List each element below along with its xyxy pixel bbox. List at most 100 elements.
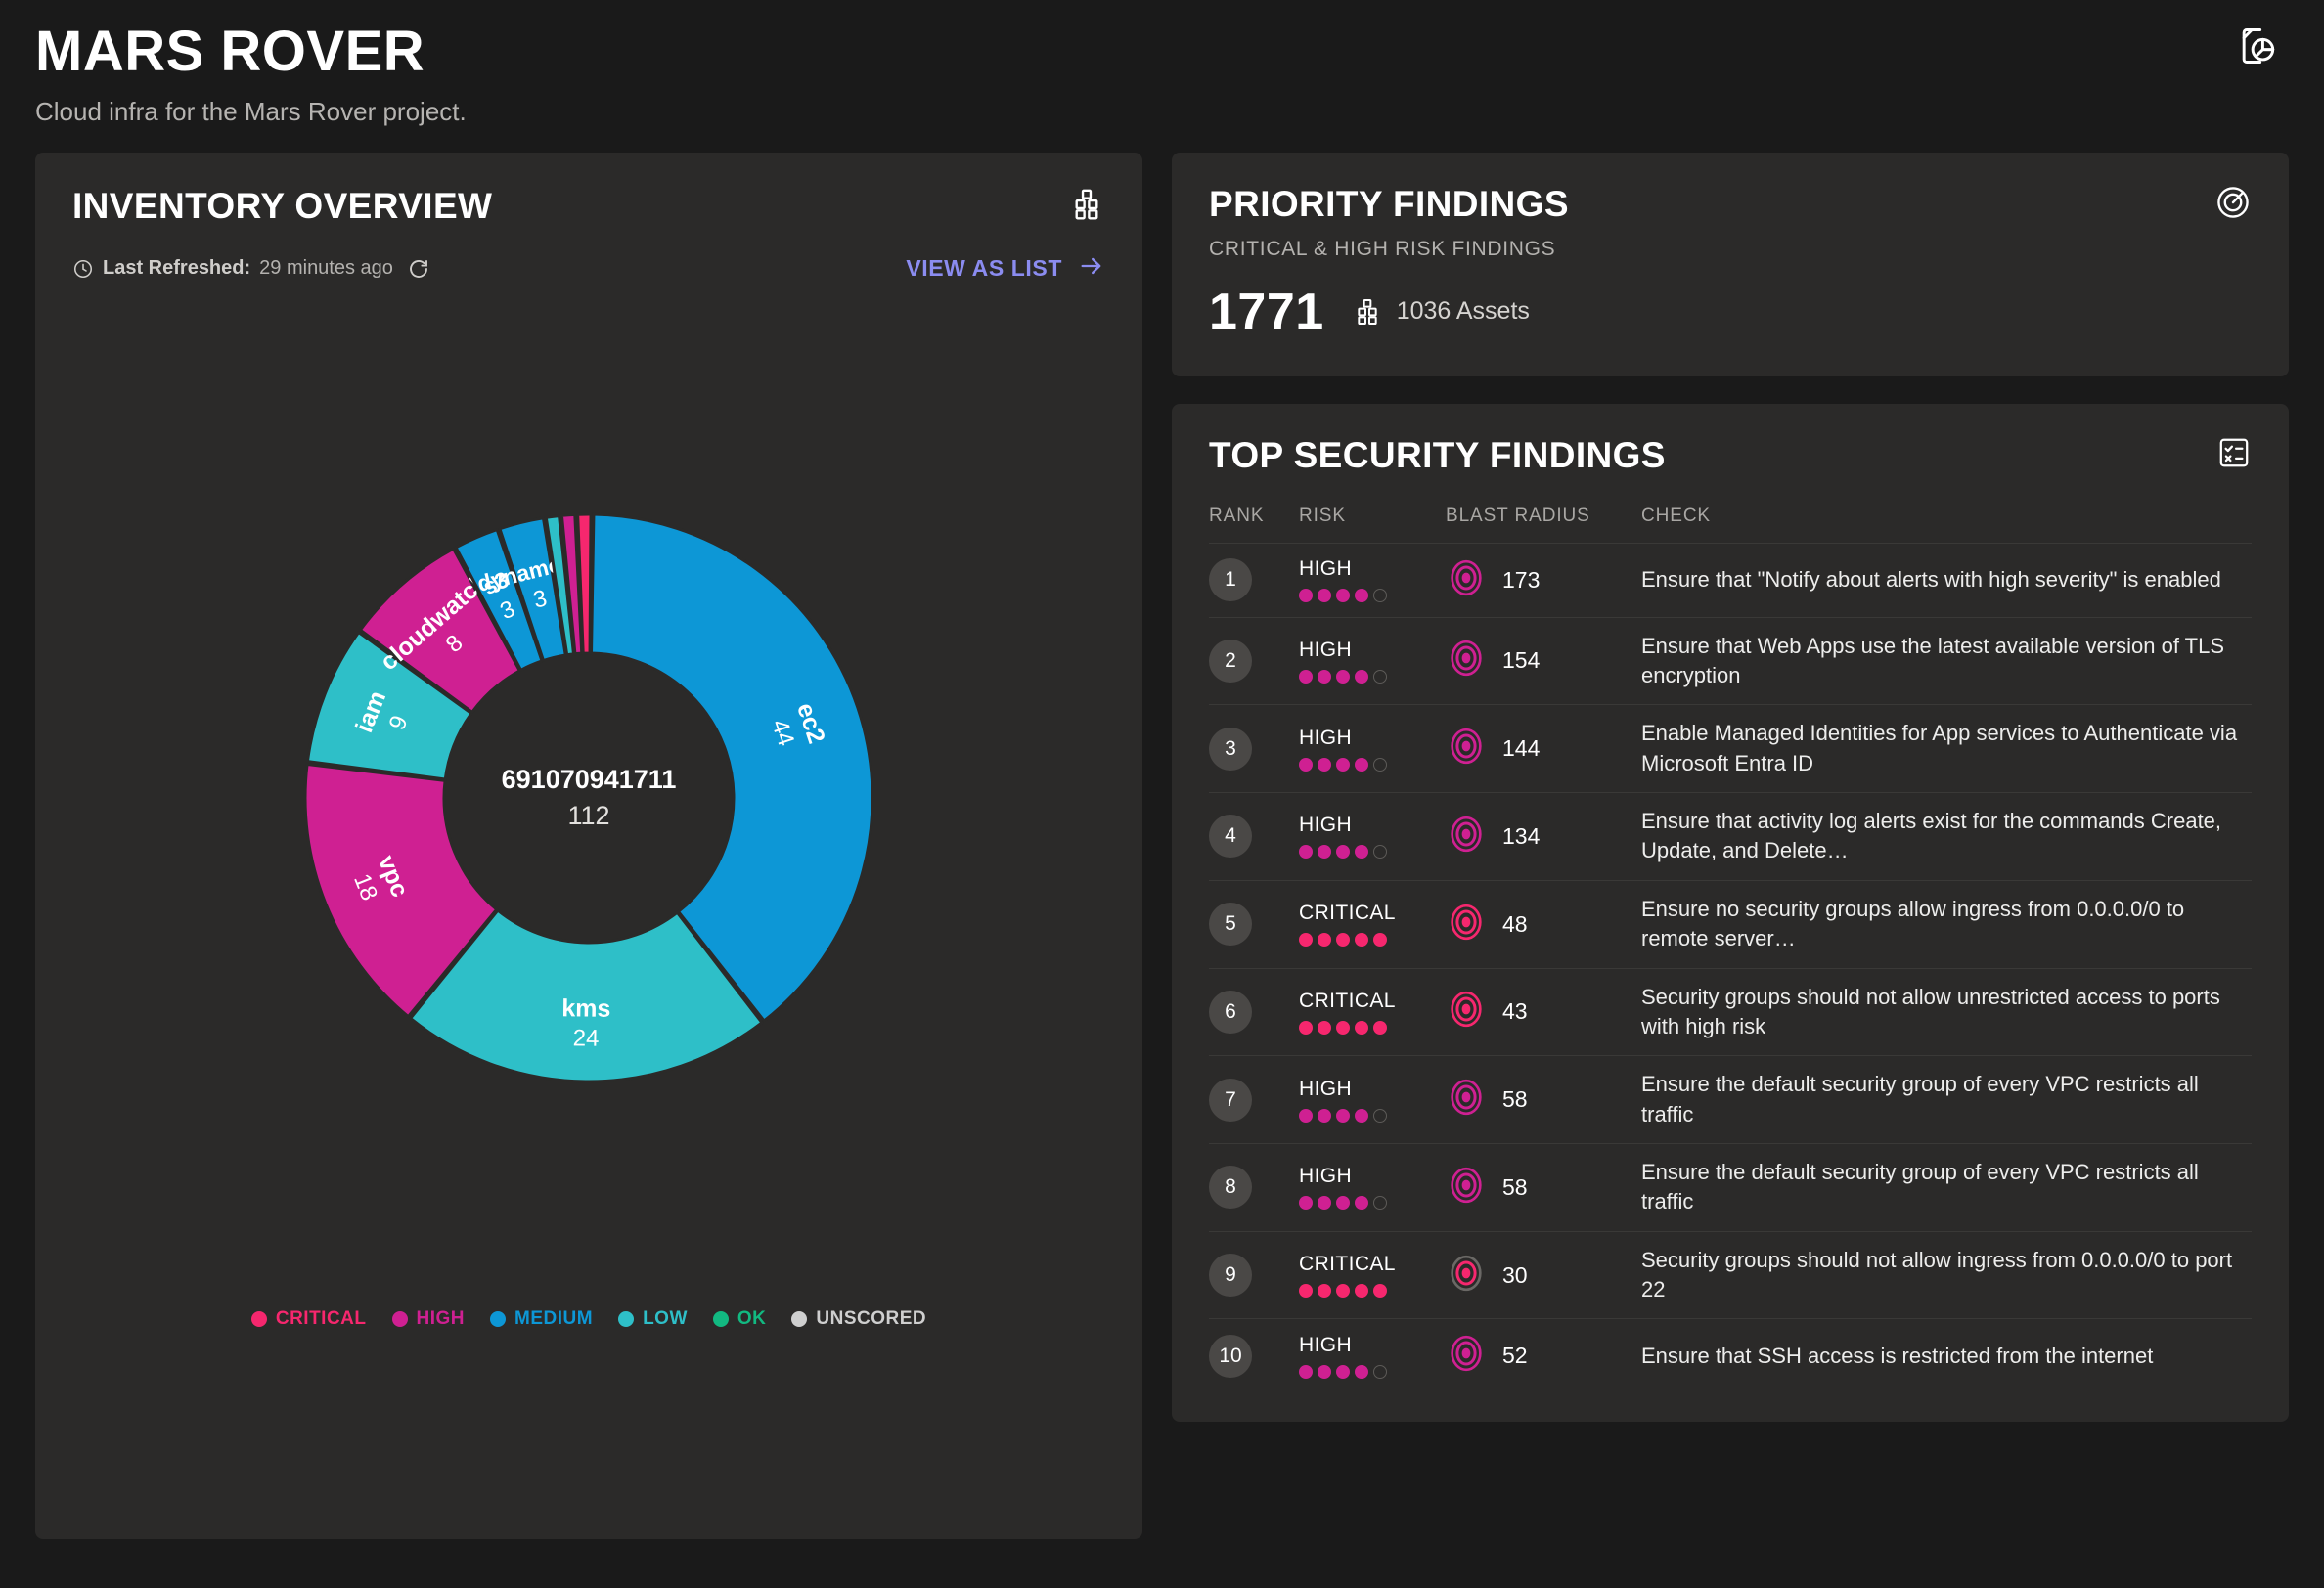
risk-dot (1336, 669, 1350, 684)
risk-dot (1355, 933, 1368, 948)
cell-rank: 6 (1209, 967, 1299, 1056)
risk-dot (1336, 757, 1350, 772)
radar-target-icon (2214, 184, 2252, 221)
priority-findings-title: PRIORITY FINDINGS (1209, 183, 1569, 224)
risk-dot (1355, 589, 1368, 603)
blast-radius-icon (1446, 1253, 1487, 1299)
risk-dot (1299, 757, 1313, 772)
cell-rank: 4 (1209, 792, 1299, 881)
table-row[interactable]: 7 HIGH 58 Ensure the default security group… (1209, 1055, 2252, 1144)
cell-blast-radius: 134 (1446, 792, 1641, 881)
risk-dot (1355, 845, 1368, 860)
blast-radius-value: 48 (1502, 910, 1528, 937)
risk-dot (1373, 1108, 1387, 1123)
cell-blast-radius: 52 (1446, 1318, 1641, 1393)
legend-item-unscored[interactable]: UNSCORED (791, 1308, 926, 1330)
risk-dot (1318, 1196, 1331, 1211)
risk-dot (1318, 1020, 1331, 1035)
legend-item-low[interactable]: LOW (618, 1308, 688, 1330)
arrow-right-icon (1078, 252, 1105, 286)
risk-dot (1299, 669, 1313, 684)
rank-badge: 2 (1209, 639, 1252, 683)
blast-radius-icon (1446, 814, 1487, 860)
risk-dot (1355, 1364, 1368, 1379)
risk-dot (1299, 1196, 1313, 1211)
table-row[interactable]: 5 CRITICAL 48 Ensure no security groups all… (1209, 879, 2252, 968)
inventory-header: INVENTORY OVERVIEW (72, 186, 1105, 227)
check-description: Ensure that "Notify about alerts with hi… (1641, 566, 2221, 592)
table-row[interactable]: 9 CRITICAL 30 Security groups should not al… (1209, 1230, 2252, 1319)
top-findings-title: TOP SECURITY FINDINGS (1209, 434, 1666, 475)
table-row[interactable]: 8 HIGH 58 Ensure the default security group… (1209, 1142, 2252, 1232)
rank-badge: 6 (1209, 990, 1252, 1034)
table-row[interactable]: 3 HIGH 144 Enable Managed Identities for Ap… (1209, 704, 2252, 793)
last-refreshed-label: Last Refreshed: (103, 257, 251, 280)
cell-check: Ensure that "Notify about alerts with hi… (1641, 542, 2252, 618)
table-row[interactable]: 1 HIGH 173 Ensure that "Notify about alerts… (1209, 542, 2252, 618)
table-row[interactable]: 10 HIGH 52 Ensure that SSH access is restri… (1209, 1318, 2252, 1393)
cell-rank: 5 (1209, 879, 1299, 968)
table-row[interactable]: 2 HIGH 154 Ensure that Web Apps use the lat… (1209, 616, 2252, 705)
priority-findings-card: PRIORITY FINDINGS CRITICAL & HIGH RISK F… (1172, 152, 2289, 376)
cell-blast-radius: 173 (1446, 542, 1641, 618)
legend-item-high[interactable]: HIGH (391, 1307, 466, 1330)
slice-value: 24 (573, 1025, 600, 1051)
legend-label: HIGH (416, 1307, 466, 1329)
inventory-meta-row: Last Refreshed: 29 minutes ago VIEW AS L… (72, 252, 1105, 286)
risk-severity-dots (1299, 1196, 1446, 1211)
legend-item-medium[interactable]: MEDIUM (490, 1308, 593, 1330)
risk-severity-dots (1299, 1364, 1446, 1379)
check-description: Ensure no security groups allow ingress … (1641, 896, 2185, 951)
risk-dot (1355, 757, 1368, 772)
risk-dot (1373, 757, 1387, 772)
blast-radius-icon (1446, 989, 1487, 1035)
legend-dot-unscored (791, 1310, 808, 1327)
cell-rank: 8 (1209, 1142, 1299, 1232)
table-row[interactable]: 4 HIGH 134 Ensure that activity log alerts … (1209, 792, 2252, 881)
rank-badge: 5 (1209, 903, 1252, 947)
risk-dot (1299, 1284, 1313, 1299)
blast-radius-icon (1446, 1165, 1487, 1211)
inventory-title: INVENTORY OVERVIEW (72, 185, 493, 226)
cell-risk: HIGH (1299, 542, 1446, 618)
legend-item-ok[interactable]: OK (712, 1308, 767, 1330)
report-document-pie-icon[interactable] (2230, 20, 2283, 72)
risk-label: CRITICAL (1299, 989, 1396, 1012)
risk-severity-dots (1299, 669, 1446, 684)
inventory-column: INVENTORY OVERVIEW Last Refreshed: 29 mi… (35, 152, 1142, 1539)
priority-findings-subtitle: CRITICAL & HIGH RISK FINDINGS (1209, 237, 1556, 260)
cell-risk: CRITICAL (1299, 1230, 1446, 1319)
cell-risk: HIGH (1299, 704, 1446, 793)
legend-label: CRITICAL (275, 1307, 367, 1329)
cell-risk: HIGH (1299, 1318, 1446, 1393)
risk-dot (1299, 1108, 1313, 1123)
cell-blast-radius: 48 (1446, 879, 1641, 968)
risk-dot (1299, 933, 1313, 948)
cell-blast-radius: 58 (1446, 1142, 1641, 1232)
risk-dot (1336, 1364, 1350, 1379)
blast-radius-icon (1446, 557, 1487, 603)
cell-blast-radius: 43 (1446, 967, 1641, 1056)
slice-name: kms (561, 994, 610, 1023)
check-description: Ensure the default security group of eve… (1641, 1072, 2199, 1126)
priority-findings-assets: 1036 Assets (1352, 296, 1530, 328)
risk-dot (1318, 933, 1331, 948)
cell-check: Ensure the default security group of eve… (1641, 1055, 2252, 1144)
inventory-donut-chart[interactable]: ec2 44 kms 24 vpc 18 iam 9 cloudwatch 8 s3 3 dynamod… (72, 289, 1105, 1306)
risk-dot (1373, 589, 1387, 603)
view-as-list-link[interactable]: VIEW AS LIST (906, 252, 1105, 286)
priority-findings-stats: 1771 1036 Assets (1209, 283, 2252, 341)
refresh-icon[interactable] (407, 257, 430, 281)
column-header-rank: RANK (1209, 505, 1265, 526)
legend-item-critical[interactable]: CRITICAL (250, 1307, 367, 1330)
risk-label: HIGH (1299, 814, 1353, 837)
legend-dot-ok (712, 1310, 729, 1327)
risk-dot (1318, 1108, 1331, 1123)
risk-dot (1299, 1020, 1313, 1035)
inventory-blocks-icon (1068, 186, 1105, 223)
cell-rank: 9 (1209, 1230, 1299, 1319)
check-description: Security groups should not allow unrestr… (1641, 984, 2220, 1038)
risk-label: CRITICAL (1299, 902, 1396, 925)
table-row[interactable]: 6 CRITICAL 43 Security groups should not al… (1209, 967, 2252, 1056)
risk-dot (1336, 1196, 1350, 1211)
